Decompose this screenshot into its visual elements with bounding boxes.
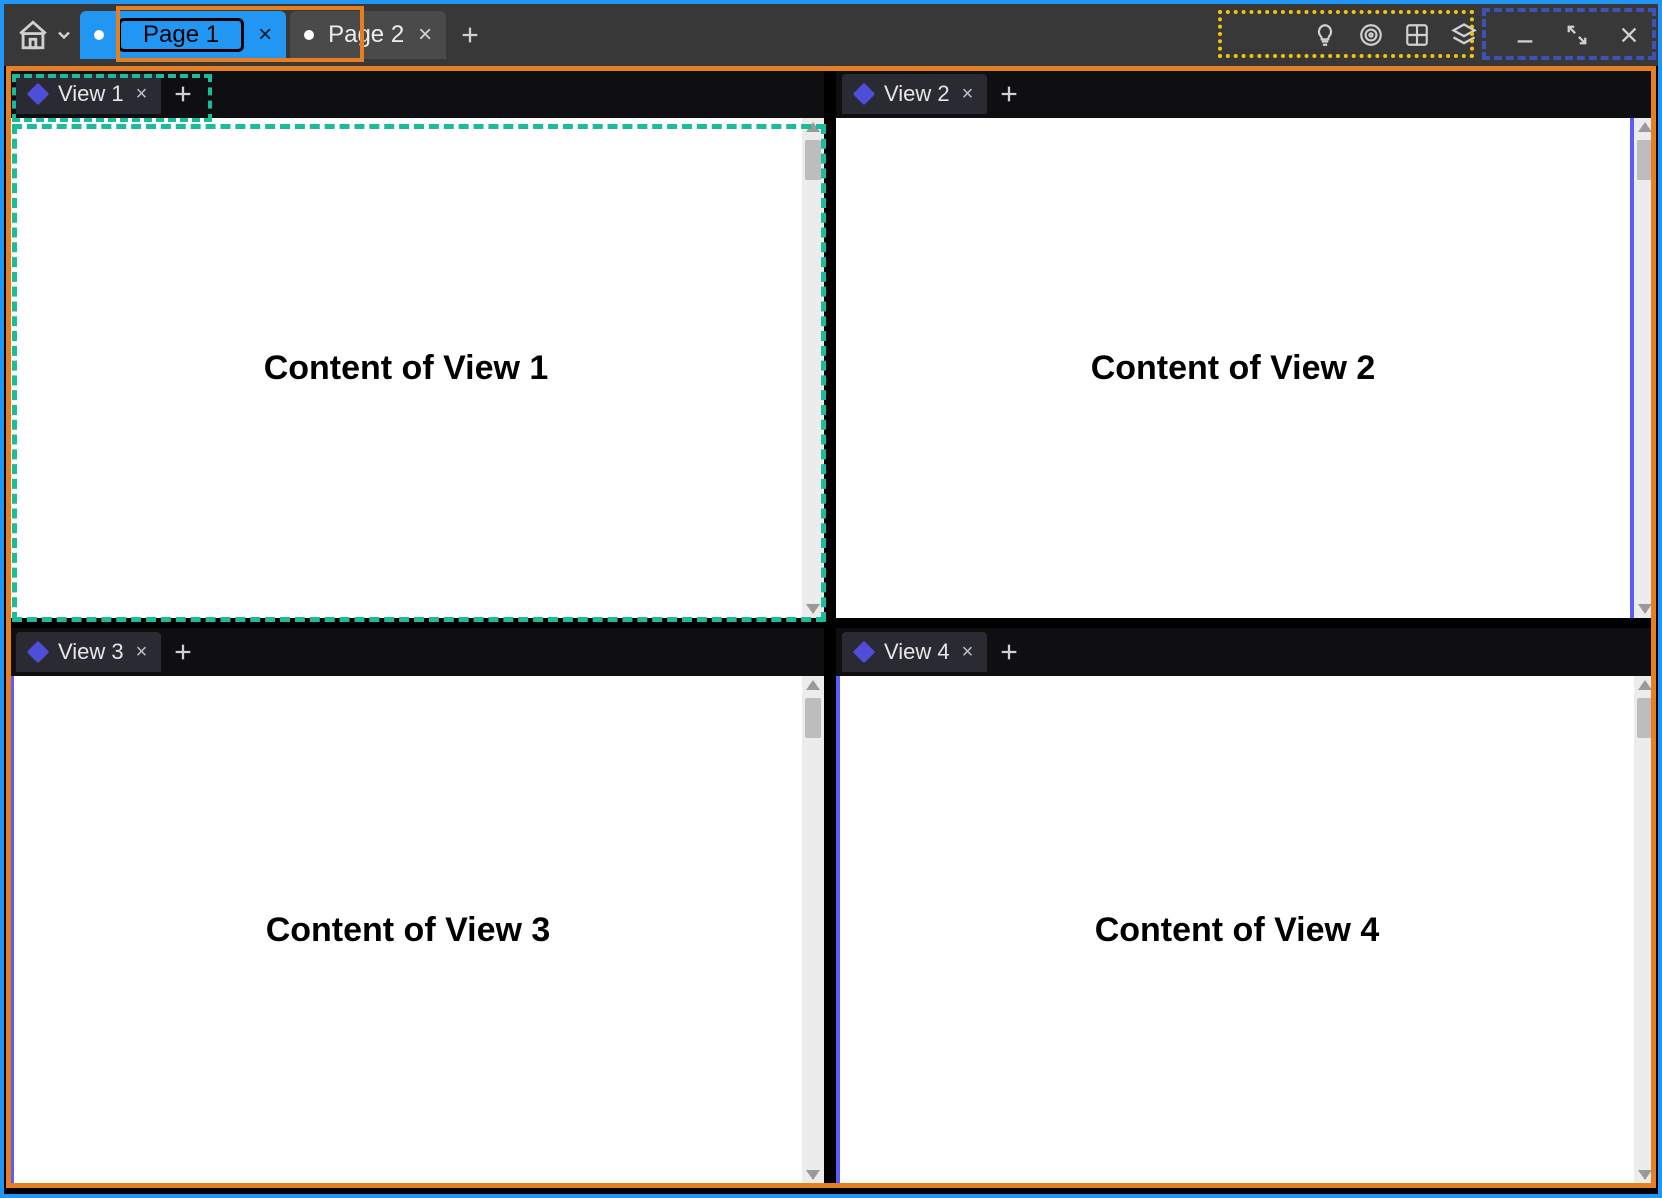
- close-icon[interactable]: ×: [418, 23, 432, 47]
- view-diamond-icon: [27, 83, 50, 106]
- target-icon[interactable]: [1358, 22, 1384, 48]
- unsaved-dot-icon: [304, 30, 314, 40]
- tips-bulb-icon[interactable]: [1312, 22, 1338, 48]
- view-tab-3-label: View 3: [58, 639, 124, 665]
- home-dropdown-chevron-icon[interactable]: [54, 25, 74, 45]
- view-pane-1: View 1 × Content of View 1: [10, 70, 824, 618]
- layers-icon[interactable]: [1450, 21, 1478, 49]
- view-pane-3: View 3 × Content of View 3: [10, 628, 824, 1184]
- maximize-icon[interactable]: [1566, 24, 1588, 46]
- view-tab-1-label: View 1: [58, 81, 124, 107]
- view-pane-4: View 4 × Content of View 4: [836, 628, 1656, 1184]
- workspace: View 1 × Content of View 1 View 2 ×: [4, 66, 1658, 1194]
- close-icon[interactable]: ×: [962, 83, 974, 106]
- page-tab-strip: Page 1 × Page 2 ×: [78, 4, 492, 66]
- vertical-scrollbar[interactable]: [1634, 118, 1656, 618]
- vertical-scrollbar[interactable]: [802, 676, 824, 1184]
- add-view-button[interactable]: [161, 72, 205, 116]
- vertical-scrollbar[interactable]: [1634, 676, 1656, 1184]
- add-view-button[interactable]: [161, 630, 205, 674]
- view-tab-4-label: View 4: [884, 639, 950, 665]
- add-view-button[interactable]: [987, 630, 1031, 674]
- add-view-button[interactable]: [987, 72, 1031, 116]
- home-group: [12, 4, 78, 66]
- ide-tools-group: [1294, 4, 1496, 66]
- view-tab-strip: View 2 ×: [836, 70, 1656, 118]
- view-tab-3[interactable]: View 3 ×: [16, 632, 161, 672]
- vertical-scrollbar[interactable]: [802, 118, 824, 618]
- app-frame: Page 1 × Page 2 ×: [0, 0, 1662, 1198]
- view-diamond-icon: [853, 83, 876, 106]
- view-3-content: Content of View 3: [10, 676, 802, 1184]
- view-pane-2: View 2 × Content of View 2: [836, 70, 1656, 618]
- view-tab-4[interactable]: View 4 ×: [842, 632, 987, 672]
- view-tab-strip: View 3 ×: [10, 628, 824, 676]
- view-tab-strip: View 1 ×: [10, 70, 824, 118]
- view-tab-2-label: View 2: [884, 81, 950, 107]
- home-icon[interactable]: [16, 18, 50, 52]
- view-4-content: Content of View 4: [836, 676, 1634, 1184]
- add-page-button[interactable]: [448, 13, 492, 57]
- page-tab-2[interactable]: Page 2 ×: [290, 11, 446, 59]
- page-tab-1-label: Page 1: [118, 18, 244, 52]
- close-icon[interactable]: ×: [258, 23, 272, 47]
- unsaved-dot-icon: [94, 30, 104, 40]
- minimize-icon[interactable]: [1514, 24, 1536, 46]
- view-diamond-icon: [853, 641, 876, 664]
- page-tab-1[interactable]: Page 1 ×: [80, 11, 286, 59]
- view-tab-2[interactable]: View 2 ×: [842, 74, 987, 114]
- topbar: Page 1 × Page 2 ×: [4, 4, 1658, 66]
- view-tab-1[interactable]: View 1 ×: [16, 74, 161, 114]
- window-controls-group: [1496, 4, 1658, 66]
- view-1-content: Content of View 1: [10, 118, 802, 618]
- view-tab-strip: View 4 ×: [836, 628, 1656, 676]
- close-icon[interactable]: ×: [136, 83, 148, 106]
- grid-layout-icon[interactable]: [1404, 22, 1430, 48]
- view-2-content: Content of View 2: [836, 118, 1634, 618]
- close-icon[interactable]: ×: [962, 641, 974, 664]
- close-window-icon[interactable]: [1618, 24, 1640, 46]
- view-diamond-icon: [27, 641, 50, 664]
- page-tab-2-label: Page 2: [328, 21, 404, 49]
- close-icon[interactable]: ×: [136, 641, 148, 664]
